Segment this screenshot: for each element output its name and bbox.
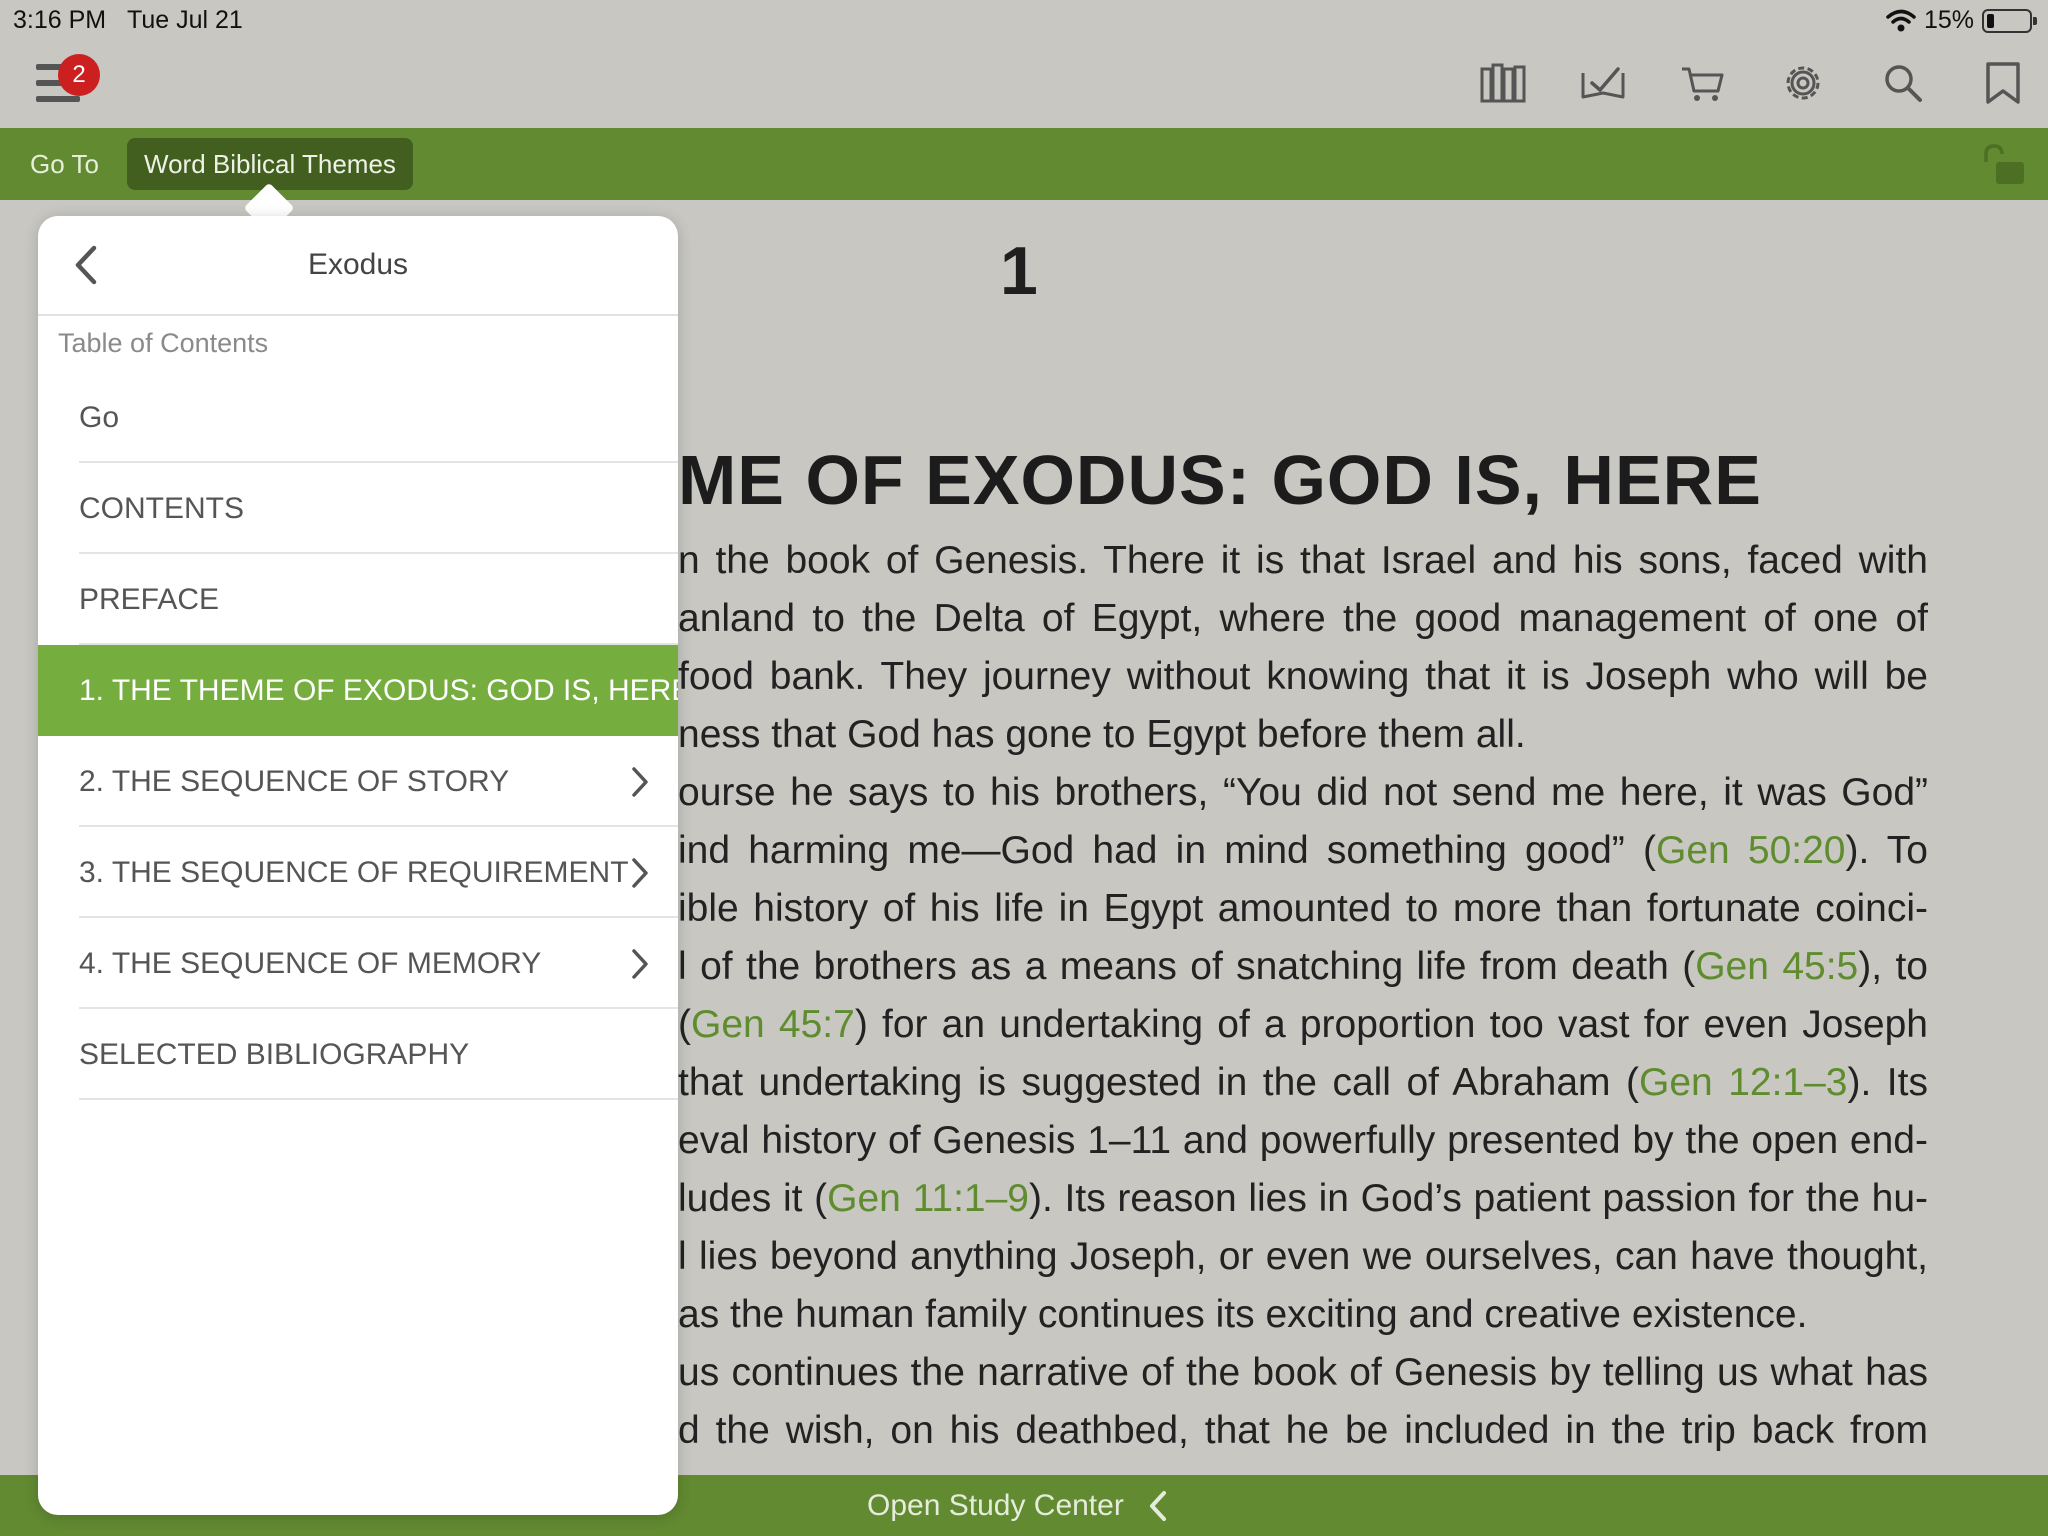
text-segment: ). Its	[1847, 1061, 1928, 1104]
text-segment: ) for an undertaking of a proportion too…	[854, 1003, 1928, 1046]
text-segment: l lies beyond anything Joseph, or even w…	[678, 1235, 1928, 1278]
scripture-link[interactable]: Gen 45:7	[691, 1003, 855, 1046]
text-segment: ). Its reason lies in God’s patient pass…	[1028, 1177, 1928, 1220]
toolbar: 2	[0, 40, 2048, 128]
text-line: (Gen 45:7) for an undertaking of a propo…	[678, 996, 1928, 1054]
text-line: l lies beyond anything Joseph, or even w…	[678, 1228, 1928, 1286]
toc-list: Go CONTENTS PREFACE 1. THE THEME OF EXODUS:…	[38, 372, 678, 1100]
battery-percent: 15%	[1923, 6, 1974, 34]
text-segment: that undertaking is suggested in the cal…	[678, 1061, 1640, 1104]
body-text: n the book of Genesis. There it is that …	[678, 532, 1928, 1460]
chevron-right-icon	[632, 949, 648, 979]
toc-separator	[79, 1098, 678, 1100]
bookmark-icon	[1986, 62, 2020, 104]
popover-title: Exodus	[307, 248, 409, 281]
text-line: ness that God has gone to Egypt before t…	[678, 706, 1928, 764]
text-line: eval history of Genesis 1–11 and powerfu…	[678, 1112, 1928, 1170]
text-line: us continues the narrative of the book o…	[678, 1344, 1928, 1402]
scripture-link[interactable]: Gen 12:1–3	[1639, 1061, 1847, 1104]
toc-item[interactable]: 1. THE THEME OF EXODUS: GOD IS, HERE	[38, 645, 678, 736]
text-segment: ness that God has gone to Egypt before t…	[678, 713, 1526, 756]
chapter-number: 1	[1000, 233, 1038, 309]
chevron-right-icon	[632, 767, 648, 797]
library-icon	[1480, 63, 1526, 103]
store-button[interactable]	[1678, 58, 1728, 108]
toolbar-icons	[1478, 58, 2028, 108]
text-segment: food bank. They journey without knowing …	[678, 655, 1928, 698]
text-segment: anland to the Delta of Egypt, where the …	[678, 597, 1928, 640]
scripture-link[interactable]: Gen 11:1–9	[827, 1177, 1029, 1220]
text-segment: l of the brothers as a means of snatchin…	[678, 945, 1696, 988]
text-line: d the wish, on his deathbed, that he be …	[678, 1402, 1928, 1460]
gear-icon	[1786, 66, 1820, 100]
notification-badge: 2	[58, 54, 100, 96]
toc-item[interactable]: PREFACE	[38, 554, 678, 645]
search-button[interactable]	[1878, 58, 1928, 108]
text-line: n the book of Genesis. There it is that …	[678, 532, 1928, 590]
text-line: l of the brothers as a means of snatchin…	[678, 938, 1928, 996]
text-segment: ible history of his life in Egypt amount…	[678, 887, 1928, 930]
text-segment: d the wish, on his deathbed, that he be …	[678, 1409, 1928, 1452]
text-line: ourse he says to his brothers, “You did …	[678, 764, 1928, 822]
unlock-icon[interactable]	[1982, 144, 2026, 186]
text-line: ludes it (Gen 11:1–9). Its reason lies i…	[678, 1170, 1928, 1228]
chevron-right-icon	[632, 858, 648, 888]
wifi-icon	[1886, 9, 1916, 31]
status-time: 3:16 PM	[13, 6, 107, 34]
text-line: anland to the Delta of Egypt, where the …	[678, 590, 1928, 648]
toc-item[interactable]: 3. THE SEQUENCE OF REQUIREMENT	[38, 827, 678, 918]
toc-popover: Exodus Table of Contents Go CONTENTS PREFA…	[38, 216, 678, 1515]
battery-icon	[1982, 8, 2037, 33]
status-bar: 3:16 PM Tue Jul 21 15%	[0, 0, 2048, 40]
toc-item-label: PREFACE	[79, 583, 220, 616]
open-book-check-icon	[1581, 67, 1625, 99]
library-button[interactable]	[1478, 58, 1528, 108]
status-date: Tue Jul 21	[127, 6, 243, 34]
text-line: ind harming me—God had in mind something…	[678, 822, 1928, 880]
chevron-left-icon[interactable]	[1144, 1489, 1174, 1523]
text-segment: ). To	[1845, 829, 1928, 872]
text-segment: ind harming me—God had in mind something…	[678, 829, 1656, 872]
resource-title-button[interactable]: Word Biblical Themes	[127, 138, 413, 190]
toc-item-label: Go	[79, 401, 120, 434]
text-segment: n the book of Genesis. There it is that …	[678, 539, 1928, 582]
text-segment: (	[678, 1003, 691, 1046]
text-segment: us continues the narrative of the book o…	[678, 1351, 1928, 1394]
text-segment: ludes it (	[678, 1177, 828, 1220]
text-segment: as the human family continues its exciti…	[678, 1293, 1808, 1336]
text-segment: ), to	[1858, 945, 1928, 988]
toc-item[interactable]: CONTENTS	[38, 463, 678, 554]
toc-item[interactable]: 2. THE SEQUENCE OF STORY	[38, 736, 678, 827]
popover-header: Exodus	[38, 216, 678, 316]
toc-item-label: CONTENTS	[79, 492, 244, 525]
search-icon	[1885, 65, 1922, 102]
go-to-button[interactable]: Go To	[30, 149, 99, 180]
toc-item-label: 2. THE SEQUENCE OF STORY	[79, 765, 510, 798]
scripture-link[interactable]: Gen 50:20	[1656, 829, 1846, 872]
settings-button[interactable]	[1778, 58, 1828, 108]
toc-item-label: SELECTED BIBLIOGRAPHY	[79, 1038, 470, 1071]
status-indicators: 15%	[1886, 6, 2037, 35]
cart-icon	[1682, 67, 1724, 101]
text-segment: ourse he says to his brothers, “You did …	[678, 771, 1928, 814]
toc-item-label: 3. THE SEQUENCE OF REQUIREMENT	[79, 856, 629, 889]
scripture-link[interactable]: Gen 45:5	[1695, 945, 1858, 988]
toc-item[interactable]: Go	[38, 372, 678, 463]
open-study-center-button[interactable]: Open Study Center	[867, 1489, 1124, 1523]
text-line: as the human family continues its exciti…	[678, 1286, 1928, 1344]
text-line: that undertaking is suggested in the cal…	[678, 1054, 1928, 1112]
text-line: ible history of his life in Egypt amount…	[678, 880, 1928, 938]
chapter-heading: ME OF EXODUS: GOD IS, HERE	[678, 441, 1762, 519]
toc-item-label: 4. THE SEQUENCE OF MEMORY	[79, 947, 542, 980]
bookmark-button[interactable]	[1978, 58, 2028, 108]
text-segment: eval history of Genesis 1–11 and powerfu…	[678, 1119, 1928, 1162]
resource-nav-bar: Go To Word Biblical Themes	[0, 128, 2048, 200]
text-line: food bank. They journey without knowing …	[678, 648, 1928, 706]
reading-plan-button[interactable]	[1578, 58, 1628, 108]
toc-item[interactable]: 4. THE SEQUENCE OF MEMORY	[38, 918, 678, 1009]
toc-item-label: 1. THE THEME OF EXODUS: GOD IS, HERE	[79, 674, 678, 707]
toc-section-label: Table of Contents	[58, 328, 269, 358]
toc-item[interactable]: SELECTED BIBLIOGRAPHY	[38, 1009, 678, 1100]
